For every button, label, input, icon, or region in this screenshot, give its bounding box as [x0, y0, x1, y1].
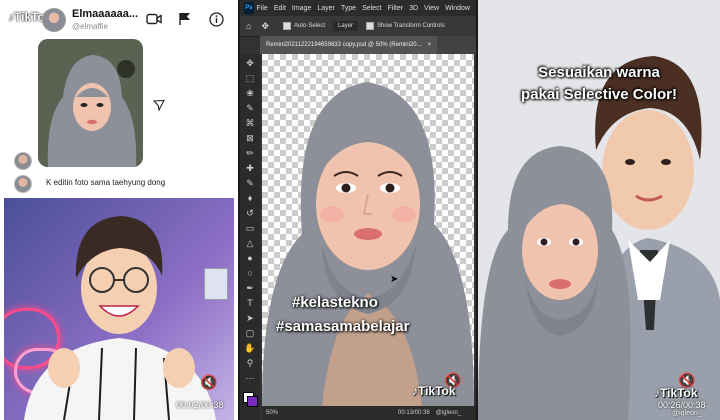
document-tab[interactable]: Remini20211222194659833 copy.psd @ 50% (…	[260, 36, 438, 54]
bucket-tool-icon[interactable]: △	[243, 237, 257, 249]
tiktok-handle: @igleon_	[435, 410, 462, 416]
mute-icon[interactable]: 🔇	[200, 374, 217, 391]
chat-message: K editin foto sama taehyung dong	[46, 178, 166, 187]
caption-line-2: pakai Selective Color!	[521, 86, 677, 103]
tools-panel: ✥ ⬚ ❀ ✎ ⌘ ⊠ ✏ ✚ ✎ ♦ ↺ ▭ △ ● ○ ✒ T ➤ ▢ ✋ …	[240, 54, 260, 420]
video-camera-icon[interactable]	[145, 10, 163, 28]
couple-photo	[478, 0, 720, 420]
zoom-level: 50%	[266, 410, 279, 416]
eyedropper-tool-icon[interactable]: ✏	[243, 147, 257, 159]
color-swatches[interactable]	[243, 392, 258, 407]
history-brush-icon[interactable]: ↺	[243, 207, 257, 219]
blur-tool-icon[interactable]: ●	[243, 252, 257, 264]
chat-header: ♪TikTok Elmaaaaaa... @elmaffie	[0, 0, 238, 36]
transform-checkbox[interactable]	[366, 22, 375, 30]
hashtag-overlay: #samasamabelajar	[276, 318, 410, 335]
result-video-panel[interactable]: Sesuaikan warna pakai Selective Color! 🔇…	[478, 0, 720, 420]
home-icon[interactable]: ⌂	[246, 21, 251, 31]
tiktok-watermark: ♪TikTok	[412, 384, 456, 398]
video-player[interactable]: 🔇 00:02/00:38	[4, 198, 234, 420]
menu-item-select[interactable]: Select	[362, 5, 381, 12]
hashtag-overlay: #kelastekno	[292, 294, 378, 311]
path-select-tool-icon[interactable]: ➤	[243, 312, 257, 324]
menu-item-window[interactable]: Window	[445, 5, 470, 12]
photoshop-panel: Ps File Edit Image Layer Type Select Fil…	[240, 0, 476, 420]
lasso-tool-icon[interactable]: ❀	[243, 87, 257, 99]
auto-select-label: Auto-Select	[293, 23, 326, 29]
menu-item-filter[interactable]: Filter	[388, 5, 404, 12]
quick-select-tool-icon[interactable]: ✎	[243, 102, 257, 114]
photoshop-logo-icon: Ps	[244, 2, 254, 14]
avatar[interactable]	[42, 8, 66, 32]
shared-photo[interactable]	[38, 39, 143, 167]
frame-tool-icon[interactable]: ⊠	[243, 132, 257, 144]
menu-item-type[interactable]: Type	[341, 5, 356, 12]
stamp-tool-icon[interactable]: ♦	[243, 192, 257, 204]
cursor-icon: ➤	[390, 274, 399, 285]
rectangle-tool-icon[interactable]: ▢	[243, 327, 257, 339]
tiktok-handle: @igleon_	[672, 410, 702, 417]
menu-item-image[interactable]: Image	[292, 5, 311, 12]
video-timestamp: 00:13/00:38	[398, 410, 430, 416]
flag-icon[interactable]	[176, 10, 194, 28]
document-tab-bar: Remini20211222194659833 copy.psd @ 50% (…	[260, 36, 476, 54]
transform-label: Show Transform Controls	[377, 23, 445, 29]
dodge-tool-icon[interactable]: ○	[243, 267, 257, 279]
document-tab-title: Remini20211222194659833 copy.psd @ 50% (…	[266, 42, 422, 48]
canvas[interactable]: ➤ #kelastekno #samasamabelajar 🔇 ♪TikTok	[262, 54, 474, 406]
move-tool-icon[interactable]: ✥	[243, 57, 257, 69]
marquee-tool-icon[interactable]: ⬚	[243, 72, 257, 84]
menu-item-view[interactable]: View	[424, 5, 439, 12]
eraser-tool-icon[interactable]: ▭	[243, 222, 257, 234]
menu-item-3d[interactable]: 3D	[409, 5, 418, 12]
options-bar: ⌂ ✥ Auto-Select Layer Show Transform Con…	[240, 16, 476, 37]
layer-select-dropdown[interactable]: Layer	[333, 21, 359, 31]
chat-handle: @elmaffie	[72, 22, 108, 31]
share-icon[interactable]	[152, 99, 165, 114]
brush-tool-icon[interactable]: ✎	[243, 177, 257, 189]
video-timestamp: 00:02/00:38	[176, 400, 224, 410]
status-bar: 50% 00:13/00:38 @igleon_	[262, 406, 476, 420]
more-tools-icon[interactable]: ⋯	[243, 372, 257, 384]
pen-tool-icon[interactable]: ✒	[243, 282, 257, 294]
chat-username[interactable]: Elmaaaaaa...	[72, 8, 138, 20]
tiktok-chat-panel: ♪TikTok Elmaaaaaa... @elmaffie K editin	[0, 0, 238, 420]
type-tool-icon[interactable]: T	[243, 297, 257, 309]
menu-bar: Ps File Edit Image Layer Type Select Fil…	[240, 0, 476, 16]
zoom-tool-icon[interactable]: ⚲	[243, 357, 257, 369]
hijab-woman-image	[262, 82, 474, 406]
caption-line-1: Sesuaikan warna	[538, 64, 660, 81]
tiktok-watermark: ♪TikTok	[654, 386, 698, 400]
menu-item-edit[interactable]: Edit	[274, 5, 286, 12]
hand-tool-icon[interactable]: ✋	[243, 342, 257, 354]
close-icon[interactable]: ×	[428, 42, 432, 48]
healing-tool-icon[interactable]: ✚	[243, 162, 257, 174]
info-icon[interactable]	[207, 10, 225, 28]
crop-tool-icon[interactable]: ⌘	[243, 117, 257, 129]
video-timestamp: 00:26/00:38	[658, 400, 706, 410]
menu-item-file[interactable]: File	[257, 5, 268, 12]
avatar[interactable]	[14, 175, 32, 193]
auto-select-checkbox[interactable]	[282, 22, 291, 30]
move-tool-icon[interactable]: ✥	[261, 21, 269, 32]
menu-item-layer[interactable]: Layer	[317, 5, 335, 12]
avatar[interactable]	[14, 152, 32, 170]
